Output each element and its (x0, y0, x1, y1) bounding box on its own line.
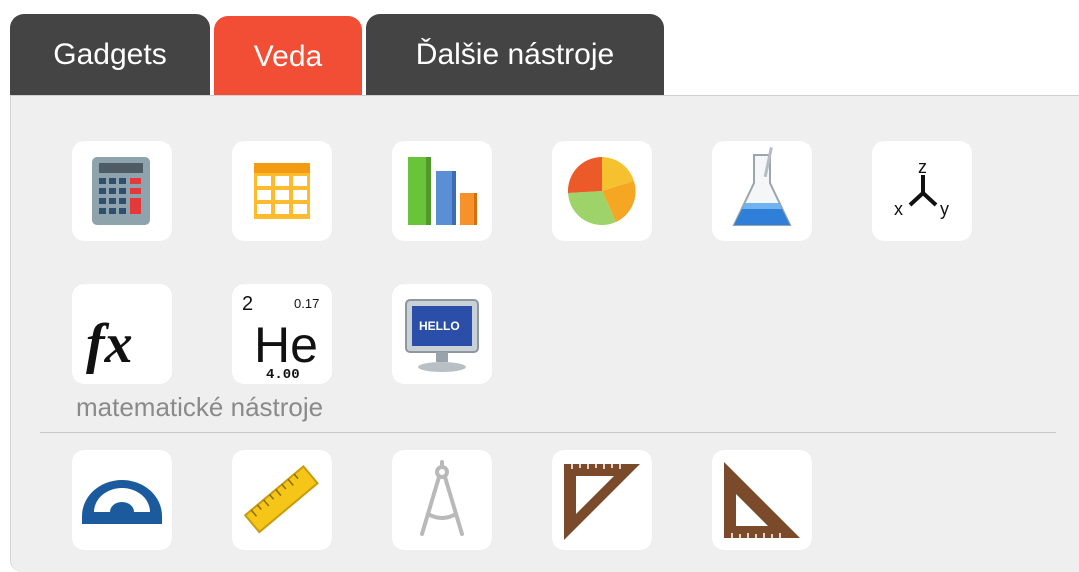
axis-z-label: z (918, 157, 927, 177)
tab-gadgets-label: Gadgets (53, 38, 167, 71)
tab-dalsie-nastroje[interactable]: Ďalšie nástroje (366, 14, 664, 95)
tab-veda[interactable]: Veda (214, 16, 362, 97)
set-square-icon (564, 464, 640, 540)
axis-x-label: x (894, 199, 903, 219)
compass-icon (420, 460, 464, 536)
element-mass: 4.00 (266, 367, 300, 383)
tab-veda-label: Veda (253, 40, 323, 73)
monitor-hello-icon: HELLO (405, 299, 479, 372)
protractor-tool[interactable] (72, 450, 172, 550)
protractor-icon (82, 480, 162, 524)
triangle-ruler-tool[interactable] (712, 450, 812, 550)
pie-chart-icon (567, 156, 636, 226)
monitor-tool[interactable]: HELLO (392, 284, 492, 384)
math-tools-heading: matematické nástroje (76, 392, 324, 422)
flask-icon (732, 147, 792, 226)
tab-dalsie-nastroje-label: Ďalšie nástroje (415, 38, 615, 71)
xyz-axes-icon: z x y (894, 157, 949, 219)
function-fx-label: fx (86, 313, 133, 375)
ruler-tool[interactable] (232, 450, 332, 550)
element-top-right: 0.17 (294, 296, 319, 311)
flask-tool[interactable] (712, 141, 812, 241)
element-number: 2 (242, 293, 253, 315)
function-tool[interactable]: fx (72, 284, 172, 384)
section-divider (40, 432, 1056, 433)
monitor-text: HELLO (419, 319, 460, 333)
compass-tool[interactable] (392, 450, 492, 550)
spreadsheet-icon (254, 163, 310, 219)
axis-y-label: y (940, 199, 949, 219)
ruler-icon (243, 464, 319, 534)
set-square-tool[interactable] (552, 450, 652, 550)
pie-chart-tool[interactable] (552, 141, 652, 241)
element-symbol: He (254, 317, 318, 373)
function-fx-icon: fx (86, 313, 133, 375)
triangle-ruler-icon (724, 462, 800, 538)
spreadsheet-tool[interactable] (232, 141, 332, 241)
xyz-axes-tool[interactable]: z x y (872, 141, 972, 241)
tab-gadgets[interactable]: Gadgets (10, 14, 210, 95)
calculator-tool[interactable] (72, 141, 172, 241)
periodic-element-tool[interactable]: 2 0.17 He 4.00 (232, 284, 332, 384)
periodic-element-icon: 2 0.17 He 4.00 (242, 293, 319, 383)
bar-chart-icon (408, 157, 477, 225)
calculator-icon (92, 157, 150, 225)
bar-chart-tool[interactable] (392, 141, 492, 241)
